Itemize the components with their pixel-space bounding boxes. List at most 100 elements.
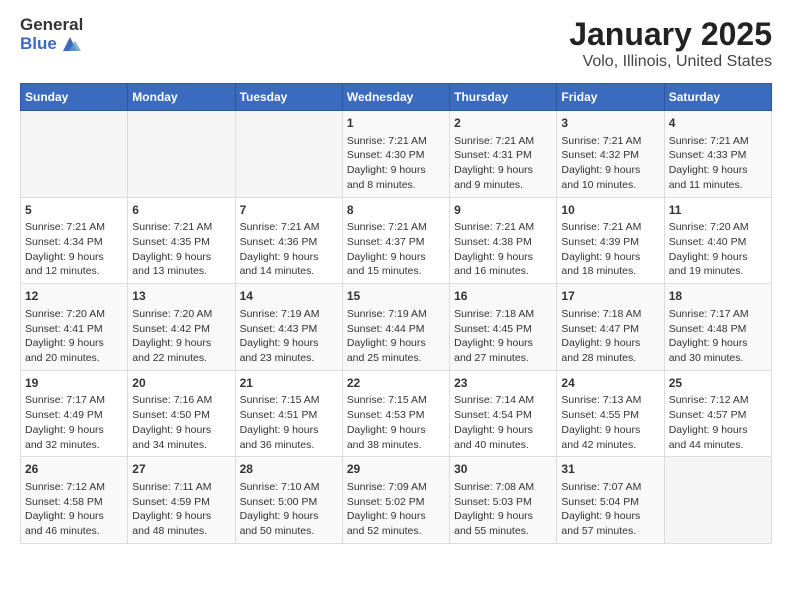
- calendar-cell: 28Sunrise: 7:10 AMSunset: 5:00 PMDayligh…: [235, 457, 342, 544]
- day-info: Daylight: 9 hours and 14 minutes.: [240, 250, 338, 279]
- day-info: Daylight: 9 hours and 32 minutes.: [25, 423, 123, 452]
- logo-general: General: [20, 16, 83, 35]
- day-info: Sunrise: 7:21 AM: [25, 220, 123, 235]
- calendar-week-row: 5Sunrise: 7:21 AMSunset: 4:34 PMDaylight…: [21, 197, 772, 284]
- day-info: Sunrise: 7:11 AM: [132, 480, 230, 495]
- day-info: Daylight: 9 hours and 18 minutes.: [561, 250, 659, 279]
- page-header: General Blue January 2025 Volo, Illinois…: [20, 16, 772, 71]
- calendar-header-saturday: Saturday: [664, 84, 771, 111]
- day-info: Daylight: 9 hours and 16 minutes.: [454, 250, 552, 279]
- day-info: Sunset: 4:51 PM: [240, 408, 338, 423]
- day-info: Sunset: 4:33 PM: [669, 148, 767, 163]
- day-number: 11: [669, 202, 767, 219]
- calendar-cell: 26Sunrise: 7:12 AMSunset: 4:58 PMDayligh…: [21, 457, 128, 544]
- day-number: 16: [454, 288, 552, 305]
- day-number: 9: [454, 202, 552, 219]
- day-info: Sunrise: 7:10 AM: [240, 480, 338, 495]
- day-info: Sunset: 4:39 PM: [561, 235, 659, 250]
- day-info: Sunset: 4:47 PM: [561, 322, 659, 337]
- day-info: Daylight: 9 hours and 46 minutes.: [25, 509, 123, 538]
- calendar-cell: 11Sunrise: 7:20 AMSunset: 4:40 PMDayligh…: [664, 197, 771, 284]
- calendar-header-sunday: Sunday: [21, 84, 128, 111]
- calendar-cell: 22Sunrise: 7:15 AMSunset: 4:53 PMDayligh…: [342, 370, 449, 457]
- day-number: 31: [561, 461, 659, 478]
- calendar-table: SundayMondayTuesdayWednesdayThursdayFrid…: [20, 83, 772, 544]
- calendar-header-row: SundayMondayTuesdayWednesdayThursdayFrid…: [21, 84, 772, 111]
- day-info: Daylight: 9 hours and 34 minutes.: [132, 423, 230, 452]
- logo-icon: [59, 35, 81, 53]
- day-info: Sunset: 4:49 PM: [25, 408, 123, 423]
- day-info: Sunrise: 7:20 AM: [25, 307, 123, 322]
- day-info: Daylight: 9 hours and 15 minutes.: [347, 250, 445, 279]
- calendar-header-tuesday: Tuesday: [235, 84, 342, 111]
- calendar-week-row: 12Sunrise: 7:20 AMSunset: 4:41 PMDayligh…: [21, 284, 772, 371]
- day-info: Sunrise: 7:21 AM: [240, 220, 338, 235]
- day-info: Sunset: 4:48 PM: [669, 322, 767, 337]
- calendar-cell: [235, 111, 342, 198]
- day-info: Sunset: 5:04 PM: [561, 495, 659, 510]
- day-info: Daylight: 9 hours and 55 minutes.: [454, 509, 552, 538]
- calendar-cell: 21Sunrise: 7:15 AMSunset: 4:51 PMDayligh…: [235, 370, 342, 457]
- day-number: 29: [347, 461, 445, 478]
- day-number: 26: [25, 461, 123, 478]
- day-info: Sunset: 4:43 PM: [240, 322, 338, 337]
- day-info: Sunrise: 7:07 AM: [561, 480, 659, 495]
- day-info: Sunset: 4:36 PM: [240, 235, 338, 250]
- day-number: 1: [347, 115, 445, 132]
- day-info: Sunrise: 7:08 AM: [454, 480, 552, 495]
- calendar-cell: 3Sunrise: 7:21 AMSunset: 4:32 PMDaylight…: [557, 111, 664, 198]
- day-number: 20: [132, 375, 230, 392]
- day-number: 18: [669, 288, 767, 305]
- calendar-cell: [128, 111, 235, 198]
- calendar-cell: 19Sunrise: 7:17 AMSunset: 4:49 PMDayligh…: [21, 370, 128, 457]
- day-number: 23: [454, 375, 552, 392]
- calendar-cell: 30Sunrise: 7:08 AMSunset: 5:03 PMDayligh…: [450, 457, 557, 544]
- day-info: Sunrise: 7:17 AM: [25, 393, 123, 408]
- day-info: Sunset: 4:57 PM: [669, 408, 767, 423]
- day-info: Sunrise: 7:13 AM: [561, 393, 659, 408]
- calendar-cell: 1Sunrise: 7:21 AMSunset: 4:30 PMDaylight…: [342, 111, 449, 198]
- day-info: Sunrise: 7:21 AM: [132, 220, 230, 235]
- logo-blue: Blue: [20, 35, 57, 54]
- day-info: Sunset: 4:44 PM: [347, 322, 445, 337]
- day-info: Sunrise: 7:20 AM: [669, 220, 767, 235]
- day-info: Sunset: 4:40 PM: [669, 235, 767, 250]
- day-number: 7: [240, 202, 338, 219]
- day-info: Sunset: 4:53 PM: [347, 408, 445, 423]
- calendar-cell: 15Sunrise: 7:19 AMSunset: 4:44 PMDayligh…: [342, 284, 449, 371]
- calendar-cell: 29Sunrise: 7:09 AMSunset: 5:02 PMDayligh…: [342, 457, 449, 544]
- day-info: Sunrise: 7:14 AM: [454, 393, 552, 408]
- day-info: Daylight: 9 hours and 13 minutes.: [132, 250, 230, 279]
- day-info: Sunset: 4:38 PM: [454, 235, 552, 250]
- day-info: Daylight: 9 hours and 19 minutes.: [669, 250, 767, 279]
- calendar-cell: 6Sunrise: 7:21 AMSunset: 4:35 PMDaylight…: [128, 197, 235, 284]
- day-info: Sunset: 4:32 PM: [561, 148, 659, 163]
- day-info: Daylight: 9 hours and 50 minutes.: [240, 509, 338, 538]
- day-info: Sunset: 4:50 PM: [132, 408, 230, 423]
- day-number: 12: [25, 288, 123, 305]
- day-info: Daylight: 9 hours and 11 minutes.: [669, 163, 767, 192]
- day-info: Sunset: 4:30 PM: [347, 148, 445, 163]
- day-info: Sunset: 4:34 PM: [25, 235, 123, 250]
- day-info: Sunrise: 7:21 AM: [347, 134, 445, 149]
- page-subtitle: Volo, Illinois, United States: [569, 53, 772, 71]
- calendar-cell: 9Sunrise: 7:21 AMSunset: 4:38 PMDaylight…: [450, 197, 557, 284]
- day-info: Sunrise: 7:16 AM: [132, 393, 230, 408]
- day-info: Sunset: 4:58 PM: [25, 495, 123, 510]
- calendar-week-row: 26Sunrise: 7:12 AMSunset: 4:58 PMDayligh…: [21, 457, 772, 544]
- calendar-cell: 4Sunrise: 7:21 AMSunset: 4:33 PMDaylight…: [664, 111, 771, 198]
- day-info: Sunrise: 7:21 AM: [561, 220, 659, 235]
- day-number: 13: [132, 288, 230, 305]
- day-info: Sunset: 5:02 PM: [347, 495, 445, 510]
- calendar-header-wednesday: Wednesday: [342, 84, 449, 111]
- day-info: Daylight: 9 hours and 57 minutes.: [561, 509, 659, 538]
- day-info: Daylight: 9 hours and 42 minutes.: [561, 423, 659, 452]
- day-info: Daylight: 9 hours and 48 minutes.: [132, 509, 230, 538]
- day-info: Sunset: 4:31 PM: [454, 148, 552, 163]
- calendar-cell: 23Sunrise: 7:14 AMSunset: 4:54 PMDayligh…: [450, 370, 557, 457]
- day-info: Daylight: 9 hours and 30 minutes.: [669, 336, 767, 365]
- day-info: Sunrise: 7:21 AM: [669, 134, 767, 149]
- day-number: 30: [454, 461, 552, 478]
- calendar-cell: 12Sunrise: 7:20 AMSunset: 4:41 PMDayligh…: [21, 284, 128, 371]
- day-info: Daylight: 9 hours and 25 minutes.: [347, 336, 445, 365]
